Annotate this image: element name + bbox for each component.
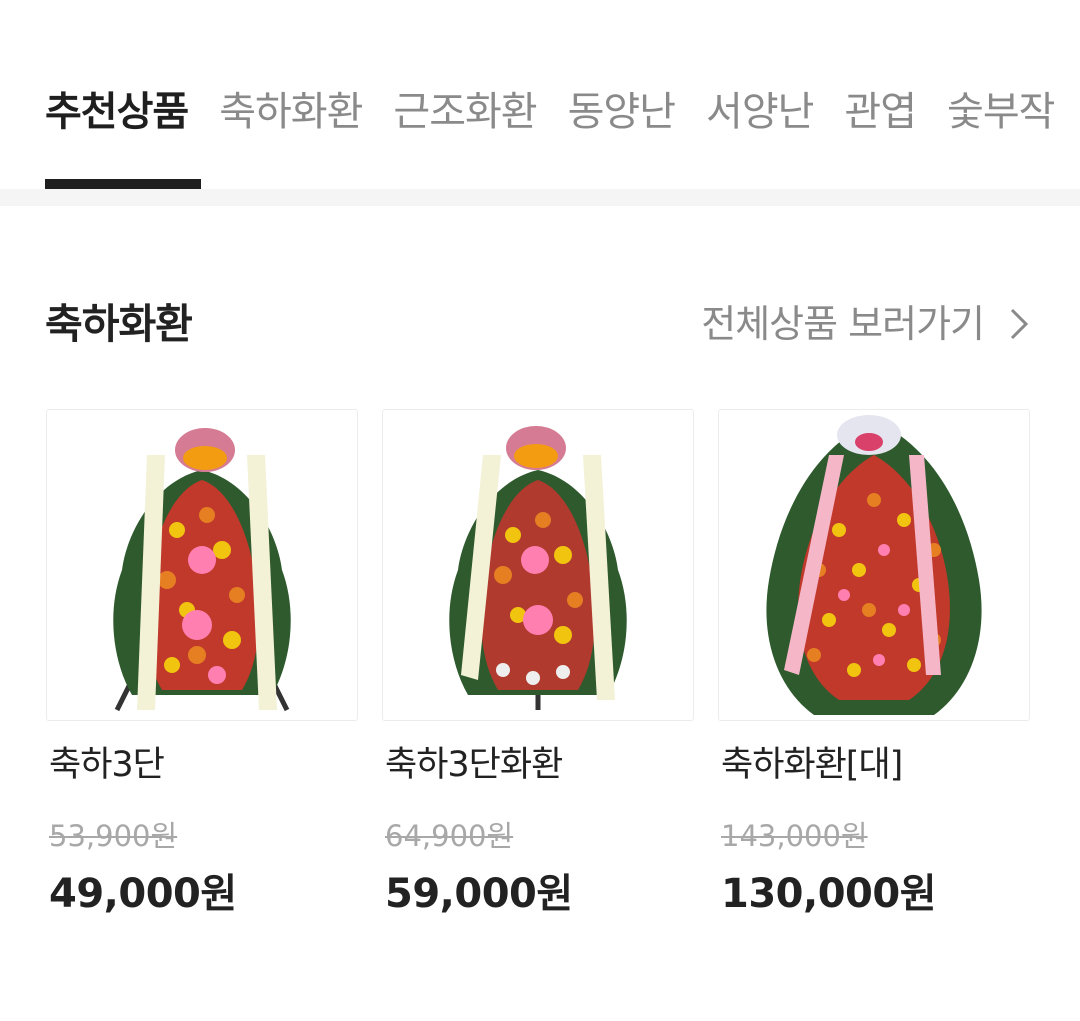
tab-western-orchid[interactable]: 서양난 [706,84,814,140]
three-tier-wreath-image [449,426,627,710]
tab-row: 추천상품 축하화환 근조화환 동양난 서양난 관엽 숯부작 [45,84,1080,140]
view-all-link[interactable]: 전체상품 보러가기 [701,296,1032,352]
product-name: 축하화환[대] [721,745,903,785]
tab-foliage-plant[interactable]: 관엽 [844,84,917,140]
wreath-graphic [766,415,982,715]
tab-congratulatory-wreath[interactable]: 축하화환 [219,84,363,140]
tab-condolence-wreath[interactable]: 근조화환 [393,84,537,140]
product-card[interactable]: 축하3단화환 64,900원 59,000원 [383,410,693,917]
large-wreath-image [766,415,982,715]
product-image [383,410,693,720]
chevron-right-icon [1006,307,1032,341]
sale-price: 59,000원 [385,871,573,917]
sale-price: 49,000원 [49,871,237,917]
product-card[interactable]: 축하화환[대] 143,000원 130,000원 [719,410,1029,917]
product-image [47,410,357,720]
product-card[interactable]: 축하3단 53,900원 49,000원 [47,410,357,917]
section-divider [0,189,1080,206]
category-tab-bar: 추천상품 축하화환 근조화환 동양난 서양난 관엽 숯부작 [0,0,1080,190]
original-price: 64,900원 [385,819,514,853]
wreath-graphic [449,426,627,710]
section-title: 축하화환 [45,300,193,348]
wreath-graphic [113,428,291,712]
product-name: 축하3단 [49,745,165,785]
three-tier-wreath-image [113,428,291,712]
sale-price: 130,000원 [721,871,937,917]
original-price: 53,900원 [49,819,178,853]
product-name: 축하3단화환 [385,745,563,785]
tab-charcoal-plant[interactable]: 숯부작 [947,84,1055,140]
view-all-label: 전체상품 보러가기 [701,302,985,346]
tab-oriental-orchid[interactable]: 동양난 [568,84,676,140]
tab-recommended[interactable]: 추천상품 [45,84,189,140]
product-image [719,410,1029,720]
active-tab-indicator [45,179,201,189]
original-price: 143,000원 [721,819,868,853]
